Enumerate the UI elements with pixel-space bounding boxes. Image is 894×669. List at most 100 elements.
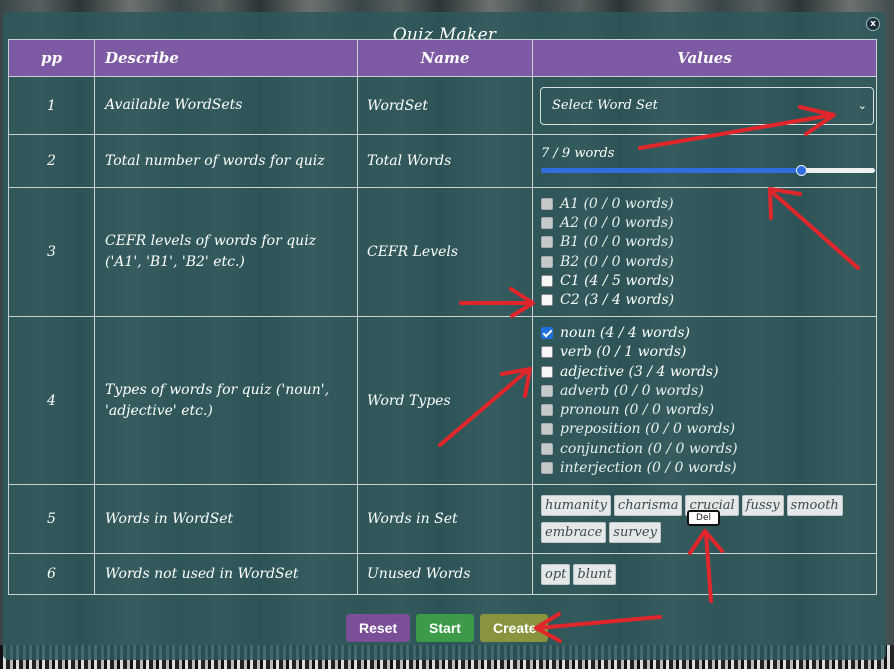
cefr-level-option[interactable]: C2 (3 / 4 words) [541, 291, 876, 310]
cefr-level-option: A1 (0 / 0 words) [541, 194, 876, 213]
word-chip[interactable]: smooth [786, 495, 843, 516]
checkbox [541, 236, 553, 249]
cefr-level-list: A1 (0 / 0 words) A2 (0 / 0 words) B1 (0 / … [541, 190, 876, 314]
word-type-option: interjection (0 / 0 words) [541, 458, 876, 477]
row-number: 5 [8, 484, 95, 554]
checkbox [541, 217, 553, 230]
slider-fill [541, 168, 801, 173]
create-button[interactable]: Create [480, 614, 548, 642]
header-describe: Describe [94, 39, 358, 77]
checkbox-label: A1 (0 / 0 words) [560, 195, 674, 212]
row-description: Total number of words for quiz [94, 134, 358, 188]
word-chip[interactable]: humanity [541, 495, 611, 516]
close-icon[interactable]: x [866, 17, 880, 31]
wordset-select[interactable]: Select Word Set ⌄ [540, 86, 874, 125]
cefr-level-option[interactable]: C1 (4 / 5 words) [541, 271, 876, 290]
wordset-select-value: Select Word Set [552, 98, 658, 113]
checkbox-label: B1 (0 / 0 words) [560, 234, 674, 251]
row-description: CEFR levels of words for quiz ('A1', 'B1… [94, 187, 358, 317]
row-number: 3 [8, 187, 95, 317]
checkbox-label: B2 (0 / 0 words) [560, 253, 674, 270]
word-type-option[interactable]: noun (4 / 4 words) [541, 323, 876, 342]
checkbox-label: pronoun (0 / 0 words) [560, 402, 715, 419]
word-type-list: noun (4 / 4 words) verb (0 / 1 words) adje… [541, 319, 876, 481]
checkbox-label: noun (4 / 4 words) [560, 324, 690, 341]
table-header-row: pp Describe Name Values [8, 39, 877, 77]
row-name: Words in Set [357, 484, 533, 554]
checkbox[interactable] [541, 346, 553, 359]
word-type-option[interactable]: verb (0 / 1 words) [541, 343, 876, 362]
checkbox-label: C2 (3 / 4 words) [560, 292, 675, 309]
checkbox[interactable] [541, 326, 553, 339]
checkbox-label: verb (0 / 1 words) [560, 344, 687, 361]
checkbox [541, 404, 553, 417]
checkbox-label: C1 (4 / 5 words) [560, 272, 675, 289]
chevron-down-icon: ⌄ [857, 99, 867, 112]
table-row: 1 Available WordSets WordSet Select Word… [8, 76, 877, 135]
word-chip[interactable]: charisma [613, 495, 683, 516]
header-values: Values [532, 39, 877, 77]
word-chip[interactable]: survey [609, 522, 661, 543]
word-type-option: pronoun (0 / 0 words) [541, 401, 876, 420]
word-chip[interactable]: embrace [541, 522, 607, 543]
cefr-levels-cell: A1 (0 / 0 words) A2 (0 / 0 words) B1 (0 / … [532, 187, 877, 317]
checkbox-label: adjective (3 / 4 words) [560, 363, 719, 380]
checkbox-label: interjection (0 / 0 words) [560, 460, 737, 477]
slider-thumb[interactable] [795, 165, 807, 176]
checkbox [541, 423, 553, 436]
checkbox[interactable] [541, 274, 553, 287]
wordset-cell: Select Word Set ⌄ [532, 76, 877, 135]
row-description: Words in WordSet [94, 484, 358, 554]
word-type-option[interactable]: adjective (3 / 4 words) [541, 362, 876, 381]
delete-tooltip[interactable]: Del [687, 510, 720, 526]
start-button[interactable]: Start [416, 614, 474, 642]
table-row: 3 CEFR levels of words for quiz ('A1', '… [8, 187, 877, 317]
cefr-level-option: B2 (0 / 0 words) [541, 252, 876, 271]
checkbox[interactable] [541, 294, 553, 307]
table-row: 2 Total number of words for quiz Total W… [8, 134, 877, 188]
unused-words-cell: opt blunt [532, 553, 877, 595]
cefr-level-option: B1 (0 / 0 words) [541, 233, 876, 252]
row-name: CEFR Levels [357, 187, 533, 317]
total-words-cell: 7 / 9 words [532, 134, 877, 188]
checkbox-label: adverb (0 / 0 words) [560, 382, 704, 399]
word-types-cell: noun (4 / 4 words) verb (0 / 1 words) adje… [532, 316, 877, 485]
row-description: Types of words for quiz ('noun', 'adject… [94, 316, 358, 485]
word-type-option: adverb (0 / 0 words) [541, 381, 876, 400]
checkbox [541, 462, 553, 475]
row-number: 6 [8, 553, 95, 595]
modal-footer: Reset Start Create [0, 614, 894, 644]
row-description: Words not used in WordSet [94, 553, 358, 595]
total-words-label: 7 / 9 words [541, 146, 615, 161]
row-number: 1 [8, 76, 95, 135]
row-name: WordSet [357, 76, 533, 135]
checkbox-label: preposition (0 / 0 words) [560, 421, 736, 438]
row-name: Word Types [357, 316, 533, 485]
row-name: Unused Words [357, 553, 533, 595]
header-pp: pp [8, 39, 95, 77]
word-type-option: preposition (0 / 0 words) [541, 420, 876, 439]
row-number: 4 [8, 316, 95, 485]
table-row: 5 Words in WordSet Words in Set humanity… [8, 484, 877, 554]
unused-word-chip[interactable]: blunt [573, 563, 616, 585]
checkbox [541, 197, 553, 210]
word-type-option: conjunction (0 / 0 words) [541, 439, 876, 458]
quiz-settings-table: pp Describe Name Values 1 Available Word… [8, 39, 877, 595]
row-description: Available WordSets [94, 76, 358, 135]
reset-button[interactable]: Reset [346, 614, 410, 642]
cefr-level-option: A2 (0 / 0 words) [541, 213, 876, 232]
total-words-slider[interactable] [541, 165, 875, 176]
unused-words-chips: opt blunt [541, 558, 871, 591]
checkbox-label: A2 (0 / 0 words) [560, 215, 674, 232]
word-chip[interactable]: fussy [741, 495, 784, 516]
row-name: Total Words [357, 134, 533, 188]
table-row: 4 Types of words for quiz ('noun', 'adje… [8, 316, 877, 485]
checkbox[interactable] [541, 365, 553, 378]
checkbox [541, 384, 553, 397]
checkbox [541, 255, 553, 268]
checkbox-label: conjunction (0 / 0 words) [560, 440, 738, 457]
header-name: Name [357, 39, 533, 77]
row-number: 2 [8, 134, 95, 188]
table-row: 6 Words not used in WordSet Unused Words… [8, 553, 877, 595]
unused-word-chip[interactable]: opt [541, 563, 571, 585]
